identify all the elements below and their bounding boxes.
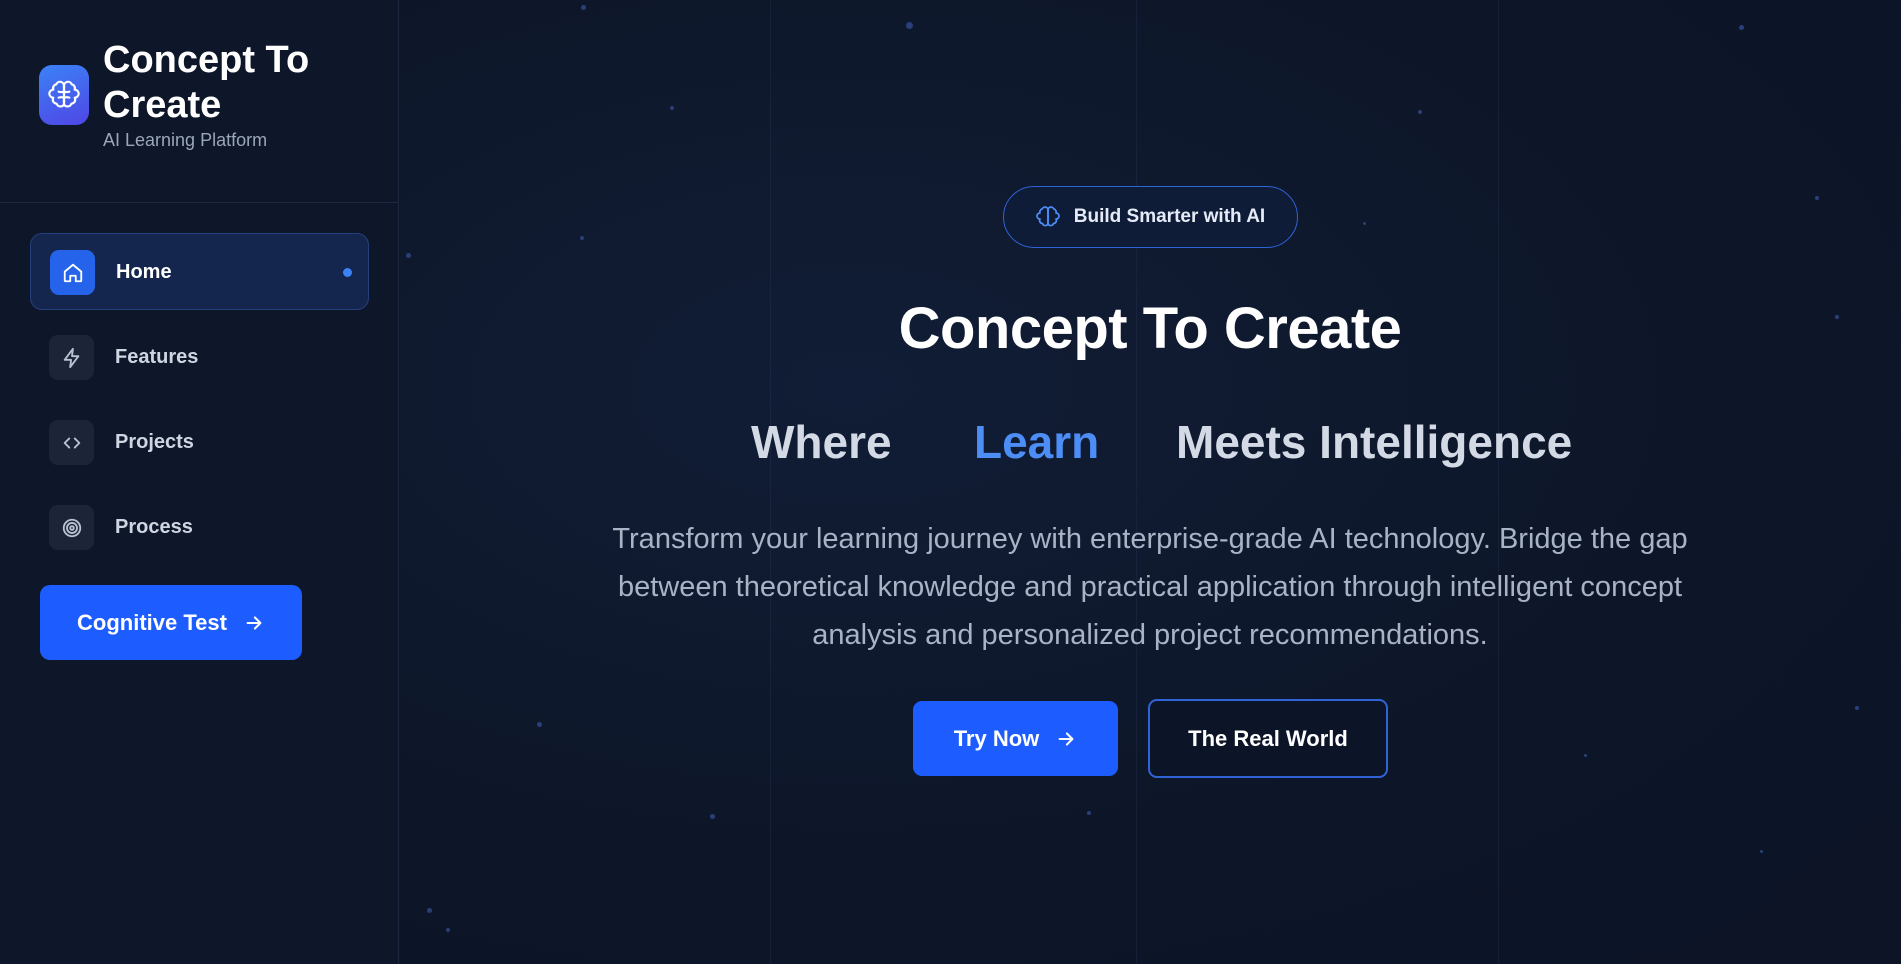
- background-star: [1855, 706, 1859, 710]
- hero-badge-label: Build Smarter with AI: [1073, 206, 1266, 227]
- target-icon: [49, 505, 94, 550]
- the-real-world-button[interactable]: The Real World: [1148, 699, 1388, 778]
- hero-badge: Build Smarter with AI: [1003, 186, 1298, 248]
- cognitive-test-button[interactable]: Cognitive Test: [40, 585, 302, 660]
- background-star: [537, 722, 542, 727]
- background-star: [580, 236, 584, 240]
- hero-title: Concept To Create: [898, 296, 1402, 361]
- grid-line: [1498, 0, 1499, 964]
- brand-subtitle: AI Learning Platform: [103, 130, 268, 150]
- brand: Concept To Create AI Learning Platform: [0, 0, 398, 203]
- background-star: [406, 253, 411, 258]
- lightning-icon: [49, 335, 94, 380]
- sidebar-item-process[interactable]: Process: [30, 489, 369, 566]
- background-star: [1418, 110, 1422, 114]
- tagline-word-where: Where: [751, 416, 892, 468]
- brain-icon: [1036, 205, 1060, 229]
- grid-line: [770, 0, 771, 964]
- arrow-right-icon: [243, 612, 265, 634]
- brain-icon[interactable]: [39, 65, 89, 125]
- sidebar-item-label: Process: [115, 516, 193, 538]
- arrow-right-icon: [1055, 728, 1077, 750]
- sidebar-item-label: Projects: [115, 431, 194, 453]
- background-star: [1363, 222, 1366, 225]
- tagline-meets-intelligence: Meets Intelligence: [1176, 416, 1573, 468]
- sidebar-item-label: Features: [115, 346, 199, 368]
- hero-section: Build Smarter with AI Concept To Create …: [400, 0, 1901, 964]
- grid-line: [1136, 0, 1137, 964]
- home-icon: [50, 250, 95, 295]
- cognitive-test-label: Cognitive Test: [77, 609, 227, 635]
- background-star: [1087, 811, 1091, 815]
- sidebar-item-label: Home: [116, 261, 172, 283]
- hero-description: Transform your learning journey with ent…: [612, 523, 1688, 651]
- background-star: [1760, 850, 1763, 853]
- background-star: [710, 814, 715, 819]
- background-star: [427, 908, 432, 913]
- try-now-label: Try Now: [953, 725, 1040, 751]
- sidebar: Concept To Create AI Learning Platform H…: [0, 0, 399, 964]
- background-star: [906, 22, 913, 29]
- background-star: [1739, 25, 1744, 30]
- background-star: [581, 5, 586, 10]
- brand-title[interactable]: Concept To Create: [103, 38, 363, 128]
- the-real-world-label: The Real World: [1188, 725, 1348, 751]
- try-now-button[interactable]: Try Now: [913, 701, 1118, 776]
- background-star: [1815, 196, 1819, 200]
- background-star: [446, 928, 450, 932]
- tagline-word-learn: Learn: [974, 416, 1100, 468]
- active-indicator-dot: [343, 268, 352, 277]
- background-star: [670, 106, 674, 110]
- sidebar-item-features[interactable]: Features: [30, 319, 369, 396]
- sidebar-item-projects[interactable]: Projects: [30, 404, 369, 481]
- sidebar-item-home[interactable]: Home: [30, 233, 369, 310]
- background-star: [1584, 754, 1587, 757]
- code-icon: [49, 420, 94, 465]
